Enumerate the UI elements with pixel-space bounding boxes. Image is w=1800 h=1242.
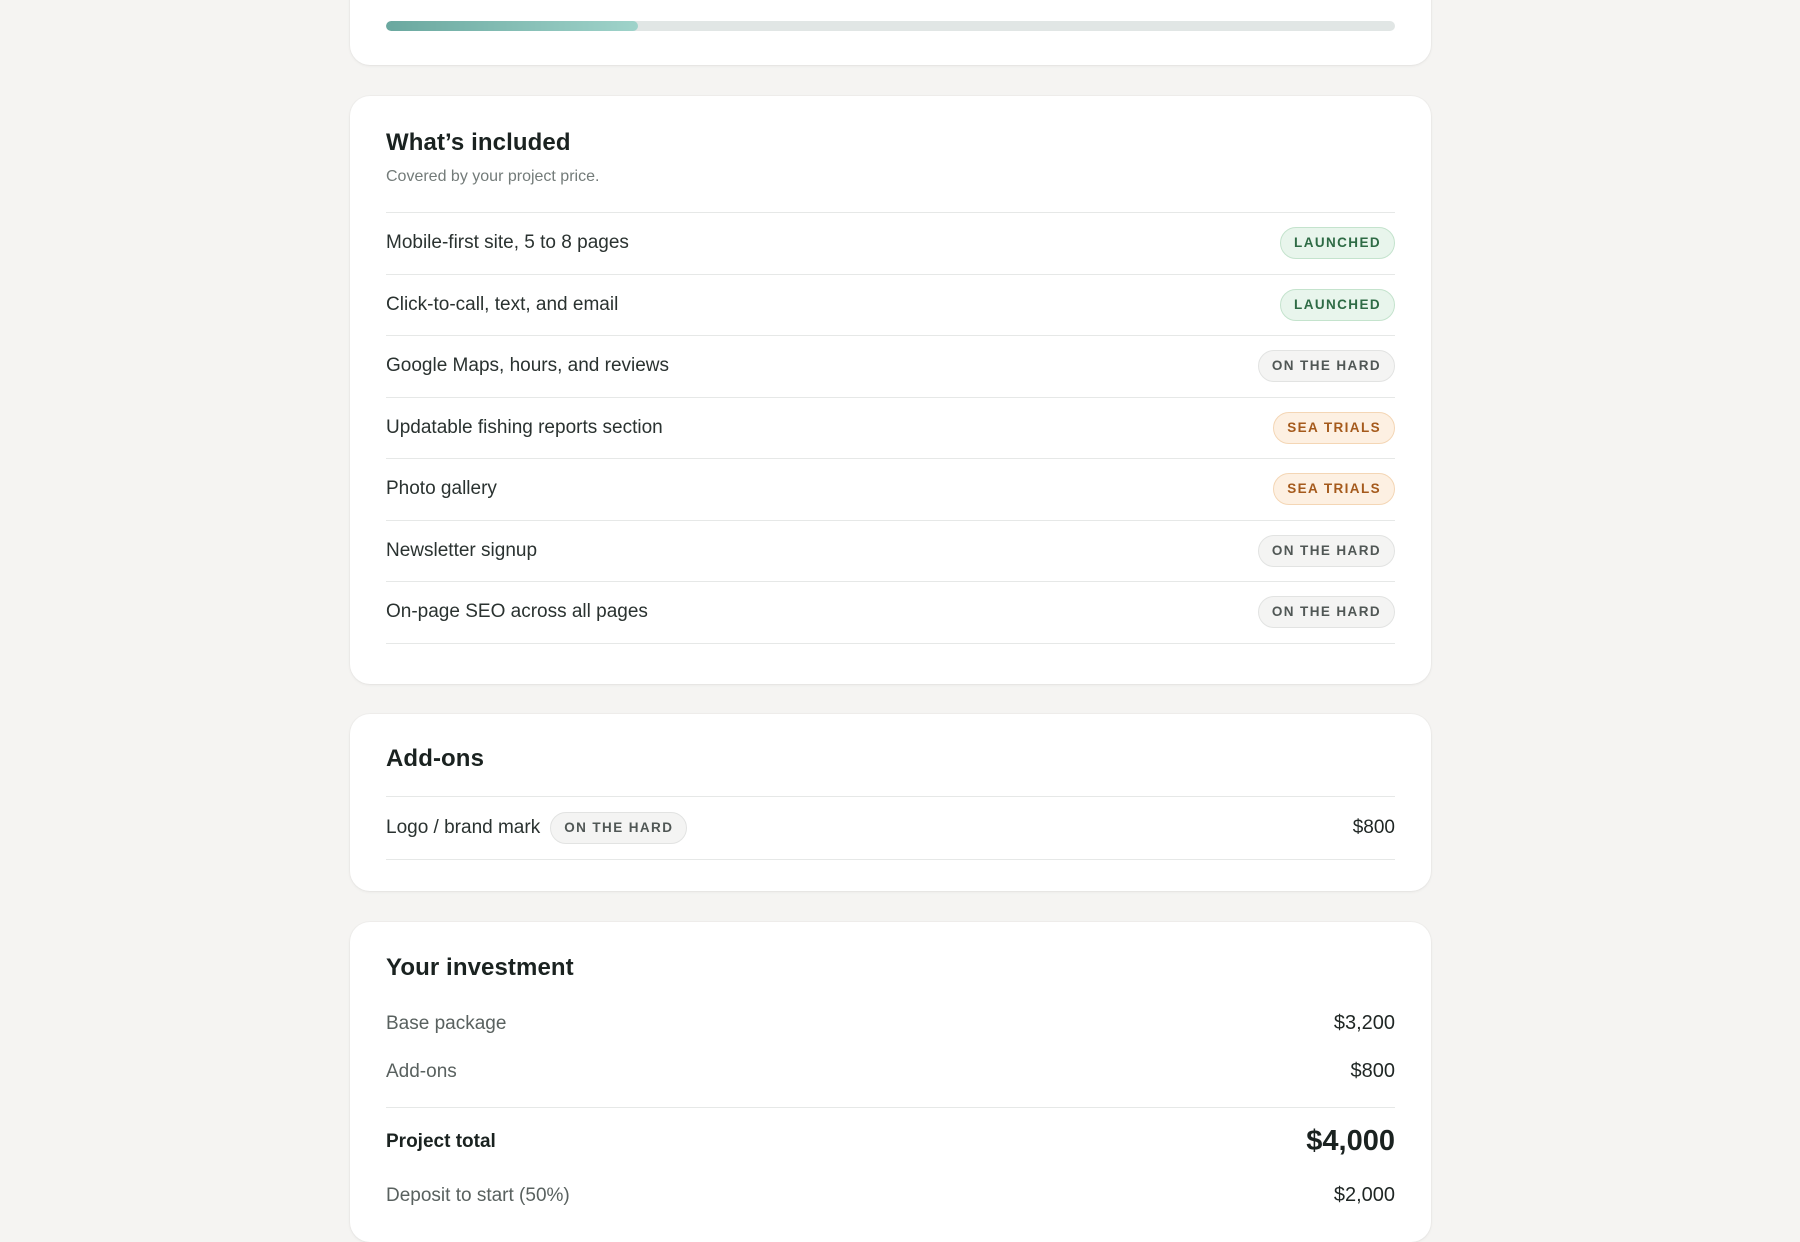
divider: [386, 1107, 1395, 1108]
base-package-value: $3,200: [1333, 1012, 1395, 1034]
addon-left: Logo / brand mark ON THE HARD: [386, 812, 688, 844]
item-label: Photo gallery: [386, 478, 497, 500]
progress-bar-fill: [386, 21, 639, 31]
addons-total-label: Add-ons: [386, 1060, 457, 1082]
project-total-value: $4,000: [1306, 1125, 1395, 1157]
item-label: Logo / brand mark: [386, 817, 541, 838]
project-total-label: Project total: [386, 1130, 496, 1152]
whats-included-subtitle: Covered by your project price.: [386, 168, 600, 185]
status-badge: LAUNCHED: [1280, 288, 1395, 321]
item-label: Mobile-first site, 5 to 8 pages: [386, 232, 629, 254]
base-package-line: Base package $3,200: [386, 1012, 1395, 1035]
included-items-list: Mobile-first site, 5 to 8 pages LAUNCHED…: [386, 212, 1395, 644]
project-total-line: Project total $4,000: [386, 1125, 1395, 1158]
investment-title: Your investment: [386, 954, 574, 981]
list-item: Mobile-first site, 5 to 8 pages LAUNCHED: [386, 213, 1395, 275]
status-badge: ON THE HARD: [550, 812, 688, 844]
progress-card: [350, 0, 1431, 65]
whats-included-card: What’s included Covered by your project …: [350, 96, 1431, 684]
list-item: Photo gallery SEA TRIALS: [386, 459, 1395, 521]
addons-total-value: $800: [1350, 1060, 1396, 1082]
status-badge: ON THE HARD: [1257, 534, 1395, 567]
list-item: Updatable fishing reports section SEA TR…: [386, 398, 1395, 459]
status-badge: SEA TRIALS: [1273, 473, 1395, 506]
list-item: Newsletter signup ON THE HARD: [386, 521, 1395, 582]
item-label: Click-to-call, text, and email: [386, 293, 619, 315]
investment-card: Your investment Base package $3,200 Add-…: [350, 922, 1431, 1242]
status-badge: ON THE HARD: [1257, 596, 1395, 629]
deposit-line: Deposit to start (50%) $2,000: [386, 1184, 1395, 1207]
addons-line: Add-ons $800: [386, 1060, 1395, 1083]
addons-card: Add-ons Logo / brand mark ON THE HARD $8…: [350, 714, 1431, 891]
whats-included-title: What’s included: [386, 129, 571, 156]
status-badge: LAUNCHED: [1280, 227, 1395, 260]
item-label: On-page SEO across all pages: [386, 601, 648, 623]
status-badge: SEA TRIALS: [1273, 411, 1395, 444]
addons-title: Add-ons: [386, 745, 485, 772]
deposit-value: $2,000: [1333, 1184, 1395, 1206]
list-item: On-page SEO across all pages ON THE HARD: [386, 582, 1395, 644]
list-item: Google Maps, hours, and reviews ON THE H…: [386, 336, 1395, 398]
status-badge: ON THE HARD: [1257, 350, 1395, 383]
addon-price: $800: [1352, 817, 1395, 838]
item-label: Newsletter signup: [386, 539, 538, 561]
list-item: Click-to-call, text, and email LAUNCHED: [386, 275, 1395, 336]
deposit-label: Deposit to start (50%): [386, 1184, 570, 1206]
item-label: Google Maps, hours, and reviews: [386, 355, 670, 377]
progress-bar: [386, 21, 1395, 31]
list-item: Logo / brand mark ON THE HARD $800: [386, 797, 1395, 860]
addons-list: Logo / brand mark ON THE HARD $800: [386, 796, 1395, 860]
base-package-label: Base package: [386, 1012, 507, 1034]
item-label: Updatable fishing reports section: [386, 416, 663, 438]
